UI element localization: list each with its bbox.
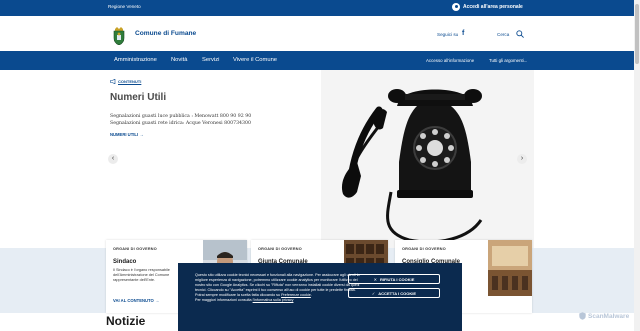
facebook-icon[interactable]: f bbox=[462, 30, 464, 37]
category-link[interactable]: CONTENUTI bbox=[110, 79, 141, 84]
search-label[interactable]: Cerca bbox=[497, 32, 509, 37]
nav-link-tutti-argomenti[interactable]: Tutti gli argomenti... bbox=[489, 58, 527, 63]
search-icon[interactable] bbox=[516, 30, 524, 38]
login-button[interactable]: Accedi all'area personale bbox=[452, 3, 523, 11]
user-avatar-icon bbox=[452, 3, 460, 11]
carousel-prev-button[interactable]: ‹ bbox=[108, 154, 118, 164]
card-link-label: VAI AL CONTENUTO bbox=[113, 298, 154, 303]
region-link[interactable]: Regione Veneto bbox=[108, 4, 141, 9]
card-kicker: ORGANI DI GOVERNO bbox=[402, 247, 446, 251]
login-label: Accedi all'area personale bbox=[463, 4, 523, 10]
follow-label: Seguici su bbox=[437, 32, 459, 37]
cookie-text-pref: Potrai sempre modificare la scelta fatta… bbox=[195, 293, 282, 297]
privacy-policy-link[interactable]: l'informativa sulla privacy bbox=[253, 298, 294, 302]
nav-item-servizi[interactable]: Servizi bbox=[202, 57, 219, 63]
hero-carousel: CONTENUTI Numeri Utili Segnalazioni guas… bbox=[100, 70, 534, 248]
card-title[interactable]: Sindaco bbox=[113, 259, 136, 265]
site-header: Comune di Fumane Seguici su f Cerca bbox=[0, 16, 640, 51]
nav-item-novita[interactable]: Novità bbox=[171, 57, 187, 63]
cookie-preferences-link[interactable]: Preferenze cookie bbox=[281, 293, 311, 297]
scrollbar-thumb[interactable] bbox=[635, 4, 639, 64]
shield-icon bbox=[579, 312, 586, 320]
nav-item-vivere-il-comune[interactable]: Vivere il Comune bbox=[233, 57, 277, 63]
municipality-crest-icon[interactable] bbox=[112, 27, 126, 45]
nav-link-accesso-informazione[interactable]: Accesso all'informazione bbox=[426, 58, 474, 63]
accept-cookies-button[interactable]: ✓ ACCETTA I COOKIE bbox=[348, 288, 440, 298]
hero-text-panel: CONTENUTI Numeri Utili Segnalazioni guas… bbox=[100, 70, 321, 248]
reject-cookies-label: RIFIUTA I COOKIE bbox=[379, 276, 415, 282]
hero-line: Segnalazioni guasti luce pubblica : Meno… bbox=[110, 114, 252, 119]
hero-cta-link[interactable]: NUMERI UTILI → bbox=[110, 132, 144, 137]
hero-line: Segnalazioni guasti rete idrica: Acque V… bbox=[110, 121, 251, 126]
card-image bbox=[488, 240, 532, 296]
section-title-notizie: Notizie bbox=[106, 314, 146, 328]
watermark-label: ScanMalware bbox=[588, 312, 630, 320]
arrow-right-icon: → bbox=[139, 132, 144, 137]
watermark: ScanMalware bbox=[579, 312, 629, 320]
hero-title[interactable]: Numeri Utili bbox=[110, 92, 166, 103]
telephone-image bbox=[321, 70, 534, 248]
site-name[interactable]: Comune di Fumane bbox=[135, 30, 196, 37]
reject-cookies-button[interactable]: ✕ RIFIUTA I COOKIE bbox=[348, 274, 440, 284]
carousel-next-button[interactable]: › bbox=[517, 154, 527, 164]
card-kicker: ORGANI DI GOVERNO bbox=[258, 247, 302, 251]
cookie-text-info: Per maggiori informazioni consulta bbox=[195, 298, 253, 302]
hero-description: Segnalazioni guasti luce pubblica : Meno… bbox=[110, 113, 315, 127]
cookie-banner: Questo sito utilizza cookie tecnici nece… bbox=[178, 263, 462, 331]
hero-image bbox=[321, 70, 534, 248]
close-icon: ✕ bbox=[373, 276, 377, 282]
top-bar: Regione Veneto Accedi all'area personale bbox=[0, 0, 640, 16]
cookie-text: Questo sito utilizza cookie tecnici nece… bbox=[195, 273, 360, 302]
category-label: CONTENUTI bbox=[118, 79, 142, 84]
megaphone-icon bbox=[110, 79, 116, 84]
hero-cta-label: NUMERI UTILI bbox=[110, 132, 139, 137]
check-icon: ✓ bbox=[371, 290, 376, 296]
main-nav: Amministrazione Novità Servizi Vivere il… bbox=[0, 51, 640, 70]
cookie-text-main: Questo sito utilizza cookie tecnici nece… bbox=[195, 273, 360, 292]
arrow-right-icon: → bbox=[154, 298, 160, 303]
nav-item-amministrazione[interactable]: Amministrazione bbox=[114, 57, 157, 63]
card-link[interactable]: VAI AL CONTENUTO → bbox=[113, 298, 159, 303]
accept-cookies-label: ACCETTA I COOKIE bbox=[378, 290, 417, 296]
card-kicker: ORGANI DI GOVERNO bbox=[113, 247, 157, 251]
page-scrollbar[interactable] bbox=[634, 0, 640, 331]
